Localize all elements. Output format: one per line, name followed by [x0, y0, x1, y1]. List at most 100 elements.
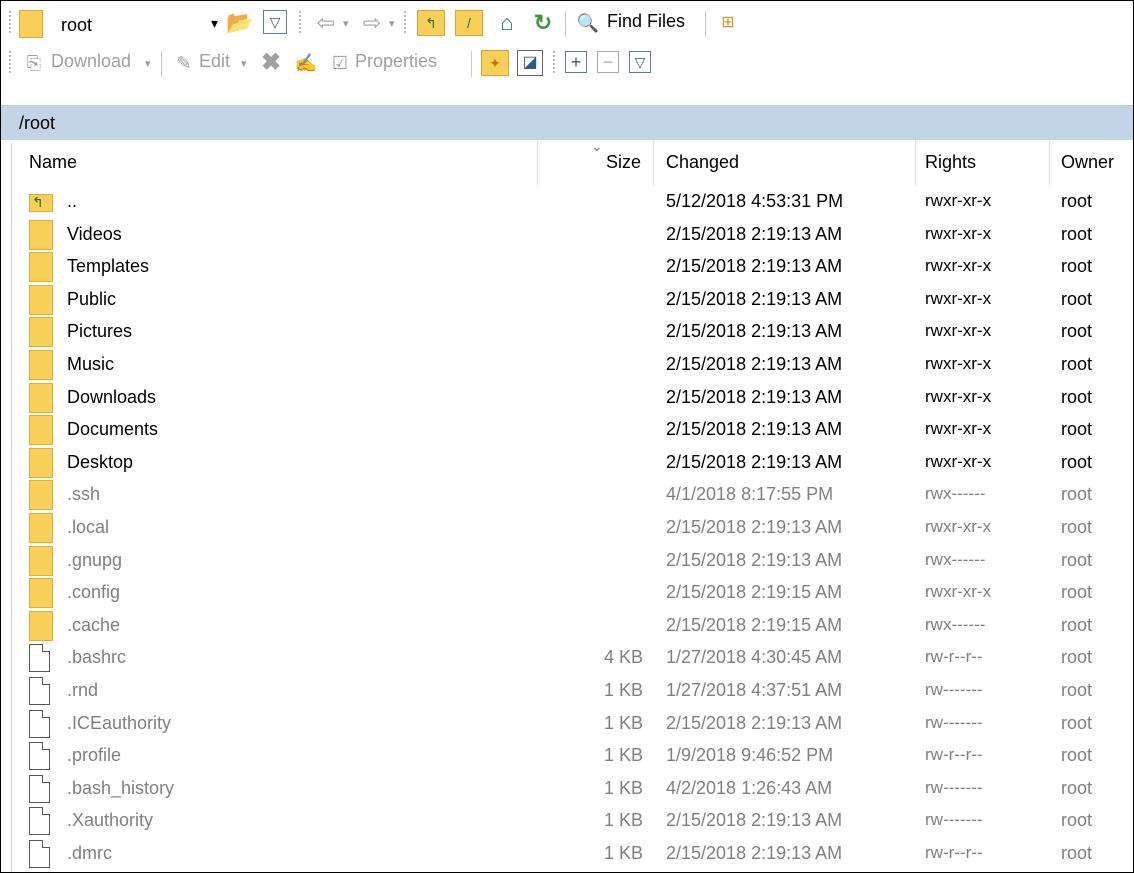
table-row[interactable]: .Xauthority 1 KB 2/15/2018 2:19:13 AM rw---…	[1, 805, 1133, 838]
toolbar-grip	[404, 11, 410, 33]
new-folder-icon[interactable]: ✦	[481, 50, 509, 76]
file-rights: rwx------	[925, 614, 986, 634]
column-header-rights[interactable]: Rights	[925, 152, 976, 173]
file-owner: root	[1061, 288, 1093, 309]
sort-indicator-icon: ⌄	[591, 138, 603, 154]
table-row[interactable]: .ICEauthority 1 KB 2/15/2018 2:19:13 AM rw-…	[1, 708, 1133, 741]
parent-dir-icon: ↰	[29, 194, 53, 212]
folder-icon	[29, 513, 53, 543]
root-dir-icon[interactable]: /	[455, 10, 483, 36]
properties-button[interactable]: Properties	[355, 51, 437, 72]
path-bar: /root	[1, 105, 1133, 140]
file-changed: 2/15/2018 2:19:13 AM	[666, 288, 843, 309]
file-icon	[29, 807, 50, 836]
column-header-size[interactable]: Size	[606, 152, 641, 173]
tree-icon[interactable]: ⊞	[715, 10, 741, 36]
folder-icon	[29, 578, 53, 609]
toolbar-grip	[9, 51, 15, 73]
file-rights: rw-------	[925, 712, 983, 732]
file-name: Videos	[67, 223, 122, 244]
file-name: .profile	[67, 745, 122, 766]
file-changed: 2/15/2018 2:19:13 AM	[666, 386, 843, 407]
file-owner: root	[1061, 712, 1093, 733]
table-row[interactable]: Music 2/15/2018 2:19:13 AM rwxr-xr-x root	[1, 349, 1133, 382]
file-rights: rwxr-xr-x	[925, 451, 992, 471]
current-path: /root	[19, 113, 56, 133]
file-changed: 4/1/2018 8:17:55 PM	[666, 484, 834, 505]
file-name: .local	[67, 517, 110, 537]
table-row[interactable]: .dmrc 1 KB 2/15/2018 2:19:13 AM rw-r--r-- ro…	[1, 838, 1133, 871]
table-row[interactable]: Documents 2/15/2018 2:19:13 AM rwxr-xr-x ro…	[1, 414, 1133, 447]
file-size: 1 KB	[603, 680, 643, 700]
table-row[interactable]: Templates 2/15/2018 2:19:13 AM rwxr-xr-x ro…	[1, 251, 1133, 284]
table-row[interactable]: Downloads 2/15/2018 2:19:13 AM rwxr-xr-x ro…	[1, 382, 1133, 415]
toolbar-separator	[161, 51, 162, 77]
chevron-down-icon[interactable]: ▾	[343, 17, 349, 30]
table-row[interactable]: .config 2/15/2018 2:19:15 AM rwxr-xr-x root	[1, 577, 1133, 610]
file-changed: 2/15/2018 2:19:13 AM	[666, 843, 843, 863]
file-changed: 1/27/2018 4:30:45 AM	[666, 647, 843, 668]
column-header-owner[interactable]: Owner	[1061, 152, 1114, 173]
chevron-down-icon[interactable]: ▾	[211, 15, 218, 32]
folder-open-icon[interactable]: 📂	[225, 9, 255, 37]
file-name: .Xauthority	[67, 810, 154, 831]
table-row[interactable]: .profile 1 KB 1/9/2018 9:46:52 PM rw-r--r--…	[1, 740, 1133, 773]
location-combo[interactable]: root ▾	[19, 10, 219, 38]
file-name: .rnd	[67, 680, 99, 700]
toolbar-separator	[565, 11, 566, 37]
chevron-down-icon[interactable]: ▾	[241, 57, 247, 70]
refresh-icon[interactable]: ↻	[529, 9, 557, 37]
table-row[interactable]: Public 2/15/2018 2:19:13 AM rwxr-xr-x root	[1, 284, 1133, 317]
column-divider[interactable]	[1049, 140, 1050, 186]
home-icon[interactable]: ⌂	[493, 9, 521, 37]
table-row[interactable]: Videos 2/15/2018 2:19:13 AM rwxr-xr-x root	[1, 219, 1133, 252]
column-header-name[interactable]: Name	[29, 152, 77, 173]
download-button[interactable]: Download	[51, 51, 131, 72]
table-row[interactable]: .cache 2/15/2018 2:19:15 AM rwx------ root	[1, 610, 1133, 643]
file-changed: 5/12/2018 4:53:31 PM	[666, 191, 844, 211]
file-owner: root	[1061, 386, 1093, 407]
file-owner: root	[1061, 484, 1093, 505]
toolbar-grip[interactable]	[9, 11, 15, 33]
arrow-left-icon[interactable]: ⇦	[313, 10, 339, 36]
file-changed: 1/9/2018 9:46:52 PM	[666, 745, 834, 766]
new-file-icon[interactable]: ◪	[517, 50, 543, 76]
file-changed: 1/27/2018 4:37:51 AM	[666, 680, 843, 700]
parent-dir-icon[interactable]: ↰	[417, 10, 445, 36]
folder-icon	[29, 252, 53, 283]
chevron-down-icon[interactable]: ▾	[389, 17, 395, 30]
table-row[interactable]: .rnd 1 KB 1/27/2018 4:37:51 AM rw------- roo…	[1, 675, 1133, 708]
rename-icon[interactable]: ✍	[293, 50, 319, 76]
file-rights: rwxr-xr-x	[925, 223, 992, 243]
table-row[interactable]: .bashrc 4 KB 1/27/2018 4:30:45 AM rw-r--r--…	[1, 642, 1133, 675]
column-divider[interactable]	[653, 140, 654, 186]
file-size: 1 KB	[603, 843, 643, 863]
table-row[interactable]: ↰.. 5/12/2018 4:53:31 PM rwxr-xr-x root	[1, 186, 1133, 219]
file-rights: rw-------	[925, 810, 983, 830]
file-owner: root	[1061, 256, 1093, 277]
find-icon[interactable]: 🔍	[575, 10, 601, 36]
table-row[interactable]: .local 2/15/2018 2:19:13 AM rwxr-xr-x root	[1, 512, 1133, 545]
folder-icon	[29, 382, 53, 413]
delete-icon[interactable]: ✖	[257, 49, 285, 77]
unselect-icon[interactable]: −	[597, 51, 619, 73]
arrow-right-icon[interactable]: ⇨	[359, 10, 385, 36]
column-divider[interactable]	[537, 140, 538, 186]
table-row[interactable]: .gnupg 2/15/2018 2:19:13 AM rwx------ root	[1, 545, 1133, 578]
edit-button[interactable]: Edit	[199, 51, 230, 72]
column-header-changed[interactable]: Changed	[666, 152, 739, 173]
filter-icon[interactable]: ▽	[263, 10, 287, 34]
folder-icon	[29, 350, 53, 380]
filter-icon[interactable]: ▽	[629, 51, 651, 73]
table-row[interactable]: .ssh 4/1/2018 8:17:55 PM rwx------ root	[1, 479, 1133, 512]
table-row[interactable]: Desktop 2/15/2018 2:19:13 AM rwxr-xr-x root	[1, 447, 1133, 480]
properties-icon: ☑	[331, 53, 349, 73]
find-files-button[interactable]: Find Files	[607, 11, 685, 32]
file-changed: 2/15/2018 2:19:13 AM	[666, 810, 843, 831]
file-rights: rw-r--r--	[925, 745, 983, 765]
chevron-down-icon[interactable]: ▾	[145, 57, 151, 70]
column-divider[interactable]	[915, 140, 916, 186]
table-row[interactable]: Pictures 2/15/2018 2:19:13 AM rwxr-xr-x roo…	[1, 316, 1133, 349]
table-row[interactable]: .bash_history 1 KB 4/2/2018 1:26:43 AM rw--…	[1, 773, 1133, 806]
select-all-icon[interactable]: +	[565, 51, 587, 73]
